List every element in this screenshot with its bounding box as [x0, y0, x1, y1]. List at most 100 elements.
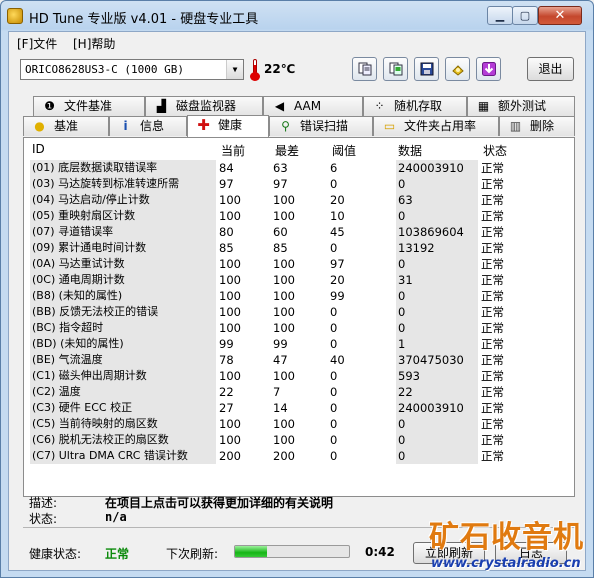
tab-health[interactable]: ✚ 健康 — [187, 115, 269, 137]
tab-label: 基准 — [54, 119, 79, 133]
download-button[interactable] — [476, 57, 501, 81]
table-row[interactable]: (C7) Ultra DMA CRC 错误计数 200 200 0 0 正常 — [26, 448, 572, 464]
title-bar[interactable]: HD Tune 专业版 v4.01 - 硬盘专业工具 ▁ ▢ ✕ — [1, 1, 593, 31]
cell-threshold: 6 — [330, 161, 338, 175]
cell-status: 正常 — [481, 369, 504, 383]
cell-status: 正常 — [481, 193, 504, 207]
cell-worst: 7 — [273, 385, 281, 399]
cell-worst: 100 — [273, 273, 295, 287]
cell-threshold: 97 — [330, 257, 345, 271]
maximize-button[interactable]: ▢ — [512, 6, 538, 25]
tab-label: AAM — [294, 99, 322, 113]
health-status-label: 健康状态: — [29, 547, 82, 561]
table-row[interactable]: (B8) (未知的属性) 100 100 99 0 正常 — [26, 288, 572, 304]
table-row[interactable]: (01) 底层数据读取错误率 84 63 6 240003910 正常 — [26, 160, 572, 176]
table-row[interactable]: (C6) 脱机无法校正的扇区数 100 100 0 0 正常 — [26, 432, 572, 448]
cell-data: 0 — [396, 256, 478, 272]
error-scan-icon: ⚲ — [281, 119, 290, 133]
cell-worst: 14 — [273, 401, 288, 415]
tab-info[interactable]: i 信息 — [109, 116, 187, 136]
cell-threshold: 40 — [330, 353, 345, 367]
col-threshold[interactable]: 阈值 — [332, 142, 356, 159]
tab-label: 磁盘监视器 — [176, 99, 237, 113]
table-row[interactable]: (BE) 气流温度 78 47 40 370475030 正常 — [26, 352, 572, 368]
cell-data: 0 — [396, 304, 478, 320]
save-button[interactable] — [414, 57, 439, 81]
menu-file[interactable]: [F]文件 — [17, 35, 57, 52]
cell-current: 78 — [219, 353, 234, 367]
cell-status: 正常 — [481, 241, 504, 255]
tab-disk-monitor[interactable]: ▟ 磁盘监视器 — [145, 96, 263, 116]
refresh-timer: 0:42 — [365, 545, 395, 559]
tab-error-scan[interactable]: ⚲ 错误扫描 — [269, 116, 373, 136]
tab-benchmark[interactable]: ● 基准 — [23, 116, 109, 136]
cell-worst: 97 — [273, 177, 288, 191]
table-row[interactable]: (03) 马达旋转到标准转速所需 97 97 0 0 正常 — [26, 176, 572, 192]
cell-threshold: 0 — [330, 401, 338, 415]
cell-data: 13192 — [396, 240, 478, 256]
info-icon: i — [123, 119, 128, 133]
col-status[interactable]: 状态 — [483, 142, 507, 159]
options-button[interactable] — [445, 57, 470, 81]
table-row[interactable]: (BD) (未知的属性) 99 99 0 1 正常 — [26, 336, 572, 352]
cell-id: (03) 马达旋转到标准转速所需 — [30, 176, 216, 192]
copy-screen-button[interactable] — [383, 57, 408, 81]
drive-select-value: ORICO8628US3-C (1000 GB) — [25, 63, 184, 76]
tab-file-benchmark[interactable]: ❶ 文件基准 — [33, 96, 145, 116]
tab-extra-tests[interactable]: ▦ 额外测试 — [467, 96, 575, 116]
table-row[interactable]: (C1) 磁头伸出周期计数 100 100 0 593 正常 — [26, 368, 572, 384]
table-row[interactable]: (C3) 硬件 ECC 校正 27 14 0 240003910 正常 — [26, 400, 572, 416]
tab-folder-usage[interactable]: ▭ 文件夹占用率 — [373, 116, 499, 136]
cell-current: 100 — [219, 193, 241, 207]
cell-current: 85 — [219, 241, 234, 255]
table-row[interactable]: (BB) 反馈无法校正的错误 100 100 0 0 正常 — [26, 304, 572, 320]
temperature-value: 22℃ — [264, 62, 296, 76]
table-row[interactable]: (C5) 当前待映射的扇区数 100 100 0 0 正常 — [26, 416, 572, 432]
cell-current: 97 — [219, 177, 234, 191]
copy-text-button[interactable] — [352, 57, 377, 81]
cell-status: 正常 — [481, 433, 504, 447]
save-icon — [420, 62, 434, 76]
table-body: (01) 底层数据读取错误率 84 63 6 240003910 正常 (03) 马达旋转到… — [26, 160, 572, 464]
table-row[interactable]: (05) 重映射扇区计数 100 100 10 0 正常 — [26, 208, 572, 224]
cell-status: 正常 — [481, 353, 504, 367]
tab-aam[interactable]: ◀ AAM — [263, 96, 363, 116]
table-row[interactable]: (07) 寻道错误率 80 60 45 103869604 正常 — [26, 224, 572, 240]
divider — [23, 527, 575, 528]
smart-table-panel: ID 当前 最差 阈值 数据 状态 (01) 底层数据读取错误率 84 63 6 240… — [23, 137, 575, 497]
table-row[interactable]: (0C) 通电周期计数 100 100 20 31 正常 — [26, 272, 572, 288]
table-row[interactable]: (09) 累计通电时间计数 85 85 0 13192 正常 — [26, 240, 572, 256]
cell-current: 100 — [219, 321, 241, 335]
cell-id: (BC) 指令超时 — [30, 320, 216, 336]
table-row[interactable]: (C2) 温度 22 7 0 22 正常 — [26, 384, 572, 400]
tab-erase[interactable]: ▥ 删除 — [499, 116, 575, 136]
cell-status: 正常 — [481, 449, 504, 463]
table-row[interactable]: (04) 马达启动/停止计数 100 100 20 63 正常 — [26, 192, 572, 208]
cell-id: (B8) (未知的属性) — [30, 288, 216, 304]
extra-tests-icon: ▦ — [477, 99, 490, 113]
cell-threshold: 99 — [330, 289, 345, 303]
cell-worst: 100 — [273, 257, 295, 271]
table-row[interactable]: (BC) 指令超时 100 100 0 0 正常 — [26, 320, 572, 336]
cell-status: 正常 — [481, 289, 504, 303]
col-data[interactable]: 数据 — [398, 142, 422, 159]
exit-button[interactable]: 退出 — [527, 57, 574, 81]
log-button[interactable]: 日志 — [495, 542, 567, 564]
refresh-now-button[interactable]: 立即刷新 — [413, 542, 485, 564]
minimize-button[interactable]: ▁ — [487, 6, 513, 25]
cell-current: 100 — [219, 289, 241, 303]
col-id[interactable]: ID — [32, 142, 45, 156]
cell-threshold: 0 — [330, 369, 338, 383]
table-row[interactable]: (0A) 马达重试计数 100 100 97 0 正常 — [26, 256, 572, 272]
close-button[interactable]: ✕ — [538, 6, 582, 25]
health-status-value: 正常 — [105, 547, 130, 561]
cell-threshold: 0 — [330, 321, 338, 335]
tab-random-access[interactable]: ⁘ 随机存取 — [363, 96, 467, 116]
menu-help[interactable]: [H]帮助 — [73, 35, 115, 52]
drive-select[interactable]: ORICO8628US3-C (1000 GB) ▼ — [20, 59, 244, 80]
col-worst[interactable]: 最差 — [275, 142, 299, 159]
cell-id: (04) 马达启动/停止计数 — [30, 192, 216, 208]
col-current[interactable]: 当前 — [221, 142, 245, 159]
tab-row-bottom: ● 基准 i 信息 ✚ 健康 ⚲ 错误扫描 ▭ 文件夹占用率 ▥ 删除 — [23, 115, 575, 137]
chevron-down-icon[interactable]: ▼ — [226, 60, 243, 79]
